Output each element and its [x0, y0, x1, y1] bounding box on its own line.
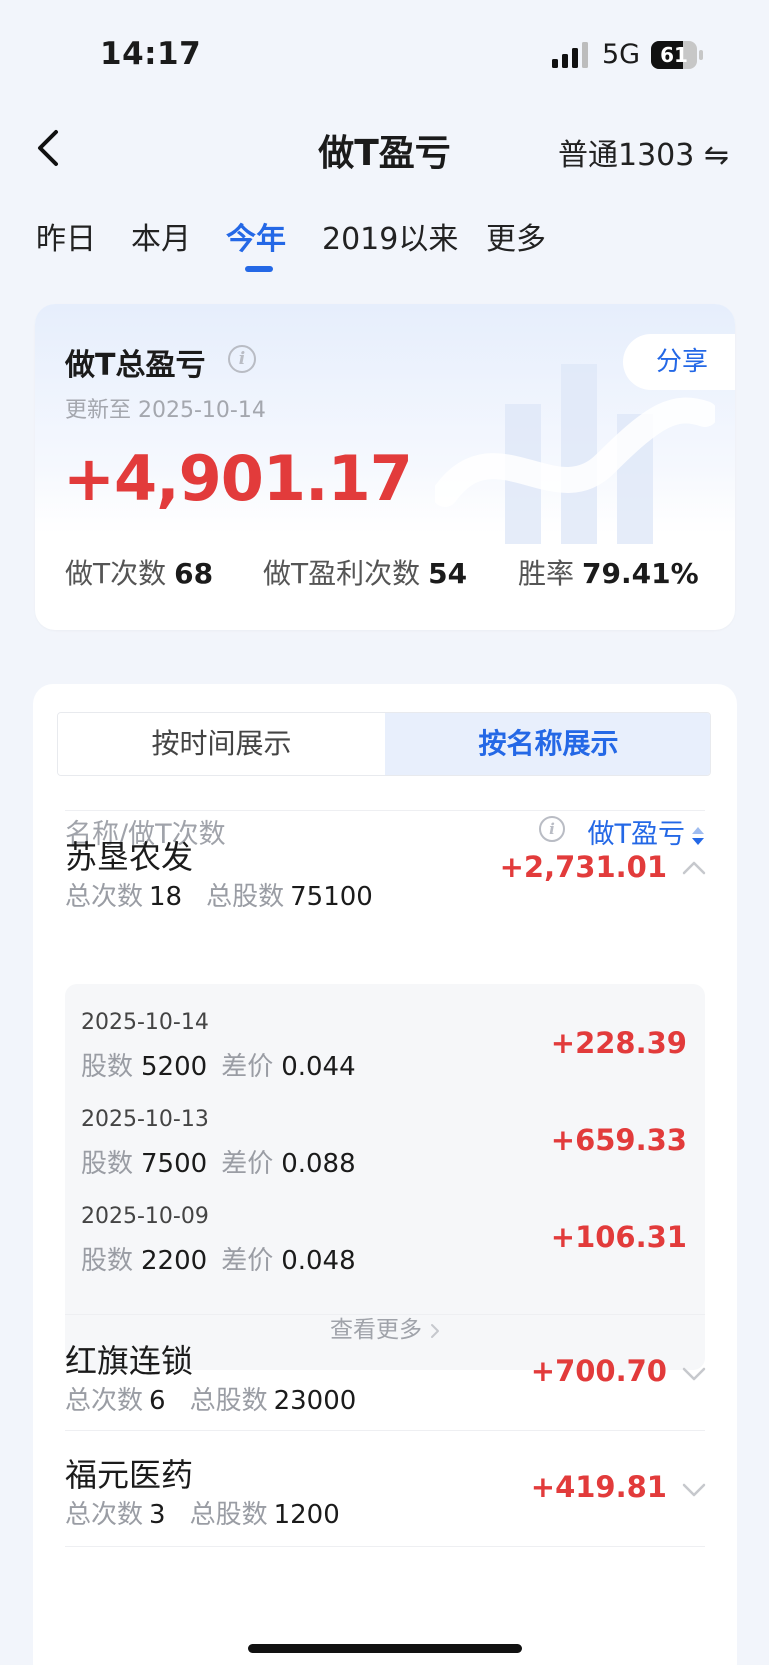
stock-summary: 总次数 18 总股数 75100 [65, 876, 397, 913]
label-count: 总次数 [65, 1500, 144, 1530]
info-icon[interactable]: i [228, 345, 256, 373]
view-more-label: 查看更多 [330, 1317, 422, 1343]
battery-icon: 61 [651, 41, 703, 69]
shares-value: 7500 [141, 1149, 208, 1179]
label-count: 总次数 [65, 1386, 144, 1416]
active-tab-indicator [245, 266, 273, 272]
detail-profit-loss: +228.39 [550, 1026, 687, 1060]
label-diff: 差价 [221, 1052, 274, 1082]
shares-value: 5200 [141, 1052, 208, 1082]
tab-this-month[interactable]: 本月 [131, 214, 191, 258]
stat-label: 胜率 [518, 557, 575, 590]
stat-label: 做T次数 [65, 557, 167, 590]
diff-value: 0.088 [281, 1149, 356, 1179]
shares-value: 23000 [273, 1386, 357, 1416]
view-mode-toggle: 按时间展示 按名称展示 [57, 712, 711, 776]
total-profit-loss: +4,901.17 [63, 442, 413, 515]
label-shares: 股数 [81, 1246, 134, 1276]
stock-name: 苏垦农发 [65, 838, 194, 876]
stock-summary: 总次数 6 总股数 23000 [65, 1380, 380, 1417]
info-icon[interactable]: i [539, 816, 565, 842]
count-value: 18 [149, 882, 183, 912]
label-diff: 差价 [221, 1246, 274, 1276]
label-shares: 总股数 [206, 882, 285, 912]
detail-date: 2025-10-13 [81, 1107, 209, 1132]
detail-date: 2025-10-14 [81, 1010, 209, 1035]
label-shares: 股数 [81, 1149, 134, 1179]
stat-label: 做T盈利次数 [263, 557, 421, 590]
stock-name: 红旗连锁 [65, 1342, 194, 1380]
detail-date: 2025-10-09 [81, 1204, 209, 1229]
stock-profit-loss: +700.70 [530, 1354, 667, 1388]
stock-profit-loss: +419.81 [530, 1470, 667, 1504]
status-time: 14:17 [100, 36, 202, 72]
diff-value: 0.044 [281, 1052, 356, 1082]
summary-title: 做T总盈亏 [65, 348, 206, 383]
chevron-down-icon[interactable] [681, 1366, 707, 1382]
detail-profit-loss: +659.33 [550, 1123, 687, 1157]
sort-icon [692, 826, 704, 845]
by-name-button[interactable]: 按名称展示 [385, 713, 710, 775]
stat-value: 68 [174, 557, 214, 590]
count-value: 6 [149, 1386, 166, 1416]
tab-this-year[interactable]: 今年 [226, 214, 286, 258]
tab-yesterday[interactable]: 昨日 [36, 214, 96, 258]
trade-detail-panel: 2025-10-14 股数 5200 差价 0.044 +228.39 2025-10… [65, 984, 705, 1370]
stock-name: 福元医药 [65, 1456, 194, 1494]
shares-value: 2200 [141, 1246, 208, 1276]
shares-value: 75100 [290, 882, 373, 912]
column-header-profit: 做T盈亏 [587, 819, 686, 850]
tab-since-2019[interactable]: 2019以来 [322, 214, 458, 258]
label-shares: 总股数 [189, 1386, 268, 1416]
share-button[interactable]: 分享 [623, 334, 735, 390]
stat-value: 79.41% [582, 557, 699, 590]
network-label: 5G [602, 39, 641, 70]
detail-profit-loss: +106.31 [550, 1220, 687, 1254]
updated-date: 更新至 2025-10-14 [65, 398, 266, 423]
sort-by-profit-button[interactable]: 做T盈亏 [588, 812, 706, 851]
detail-summary: 股数 2200 差价 0.048 [81, 1240, 370, 1277]
tab-more[interactable]: 更多 [486, 214, 546, 258]
summary-card: 做T总盈亏 i 分享 更新至 2025-10-14 +4,901.17 做T次数… [35, 304, 735, 630]
label-diff: 差价 [221, 1149, 274, 1179]
count-value: 3 [149, 1500, 166, 1530]
home-indicator[interactable] [248, 1644, 522, 1653]
detail-summary: 股数 7500 差价 0.088 [81, 1143, 370, 1180]
detail-summary: 股数 5200 差价 0.044 [81, 1046, 370, 1083]
stat-value: 54 [428, 557, 468, 590]
period-tabs: 昨日 本月 今年 2019以来 更多 [36, 214, 736, 274]
label-shares: 股数 [81, 1052, 134, 1082]
by-time-button[interactable]: 按时间展示 [58, 713, 385, 775]
chevron-up-icon[interactable] [681, 860, 707, 876]
account-switcher[interactable]: 普通1303 ⇋ [558, 130, 729, 174]
stat-trade-count: 做T次数 68 [65, 552, 213, 592]
label-shares: 总股数 [189, 1500, 268, 1530]
signal-icon [552, 42, 588, 68]
profit-list-card: 按时间展示 按名称展示 名称/做T次数 i 做T盈亏 苏垦农发 总次数 18 总股数… [33, 684, 737, 1665]
chevron-down-icon[interactable] [681, 1482, 707, 1498]
stock-profit-loss: +2,731.01 [499, 850, 667, 884]
label-count: 总次数 [65, 882, 144, 912]
battery-level: 61 [660, 43, 688, 67]
stat-profit-count: 做T盈利次数 54 [263, 552, 467, 592]
stock-summary: 总次数 3 总股数 1200 [65, 1494, 364, 1531]
stat-win-rate: 胜率 79.41% [518, 552, 699, 592]
shares-value: 1200 [273, 1500, 340, 1530]
diff-value: 0.048 [281, 1246, 356, 1276]
chevron-right-icon [431, 1323, 439, 1338]
